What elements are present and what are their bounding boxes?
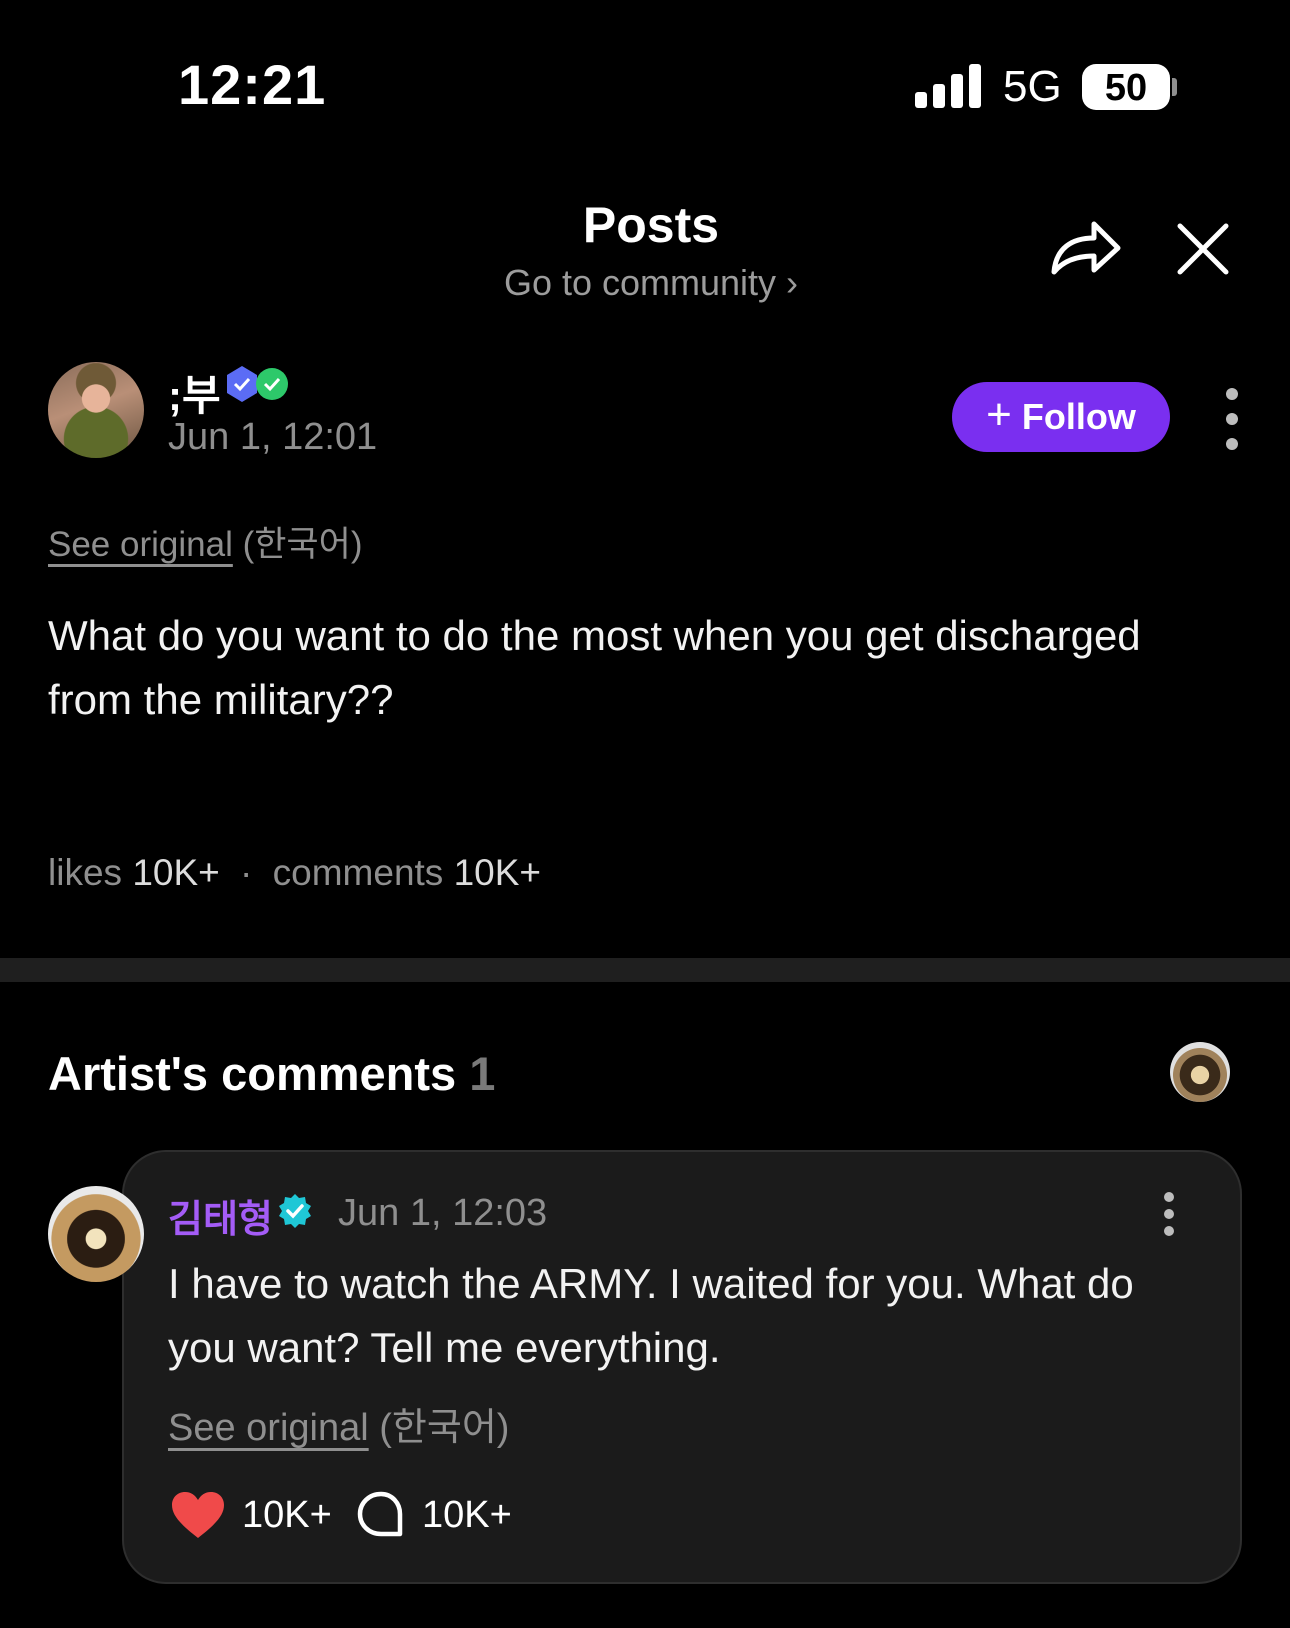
status-time: 12:21: [178, 53, 327, 116]
comment-like-count: 10K+: [242, 1493, 332, 1536]
artist-avatar[interactable]: [48, 1186, 144, 1282]
likes-count: 10K+: [132, 852, 220, 893]
section-divider: [0, 958, 1290, 982]
comment-reply-button[interactable]: 10K+: [356, 1490, 512, 1540]
comments-label: comments: [272, 852, 444, 893]
comment-bubble-icon: [357, 1491, 403, 1537]
author-avatar[interactable]: [48, 362, 144, 458]
battery-icon: 50: [1082, 64, 1170, 110]
share-icon: [1051, 221, 1121, 275]
follow-label: Follow: [1021, 396, 1136, 437]
post-stats: likes 10K+ · comments 10K+: [48, 852, 541, 894]
network-label: 5G: [1003, 62, 1062, 111]
signal-icon: [915, 64, 981, 108]
comment-see-original-link[interactable]: See original: [168, 1407, 369, 1449]
see-original-link[interactable]: See original: [48, 525, 233, 564]
post-body: What do you want to do the most when you…: [48, 612, 1141, 723]
comment-reply-count: 10K+: [422, 1493, 512, 1536]
likes-label: likes: [48, 852, 123, 893]
artist-comments-title: Artist's comments: [48, 1047, 457, 1100]
comment-original-language: (한국어): [379, 1407, 510, 1449]
heart-icon: [172, 1492, 224, 1538]
battery-level: 50: [1104, 67, 1148, 109]
verified-icon: [276, 1192, 314, 1230]
close-button[interactable]: [1172, 218, 1234, 280]
comments-count: 10K+: [453, 852, 542, 893]
artist-comments-count: 1: [469, 1047, 496, 1100]
artist-comments-heading: Artist's comments 1: [48, 1046, 495, 1101]
comment-body: I have to watch the ARMY. I waited for y…: [168, 1260, 1134, 1371]
stats-separator: ·: [240, 852, 253, 893]
artist-avatar-small[interactable]: [1170, 1042, 1230, 1102]
post-date: Jun 1, 12:01: [168, 416, 378, 458]
badge-icons: [227, 366, 288, 402]
comment-more-button[interactable]: [1162, 1192, 1178, 1236]
close-icon: [1177, 223, 1229, 275]
comment-date: Jun 1, 12:03: [338, 1192, 548, 1234]
plus-icon: +: [986, 390, 1012, 439]
comment-like-button[interactable]: 10K+: [170, 1490, 332, 1540]
author-name[interactable]: ;부: [168, 362, 221, 423]
follow-button[interactable]: + Follow: [952, 382, 1170, 452]
artist-name[interactable]: 김태형: [168, 1188, 273, 1243]
see-original-row: See original (한국어): [48, 516, 363, 567]
more-options-button[interactable]: [1222, 388, 1242, 450]
battery-cap: [1172, 78, 1177, 96]
comment-see-original-row: See original (한국어): [168, 1396, 509, 1451]
original-language: (한국어): [242, 525, 363, 564]
membership-badges: [224, 364, 294, 404]
share-button[interactable]: [1048, 212, 1124, 282]
